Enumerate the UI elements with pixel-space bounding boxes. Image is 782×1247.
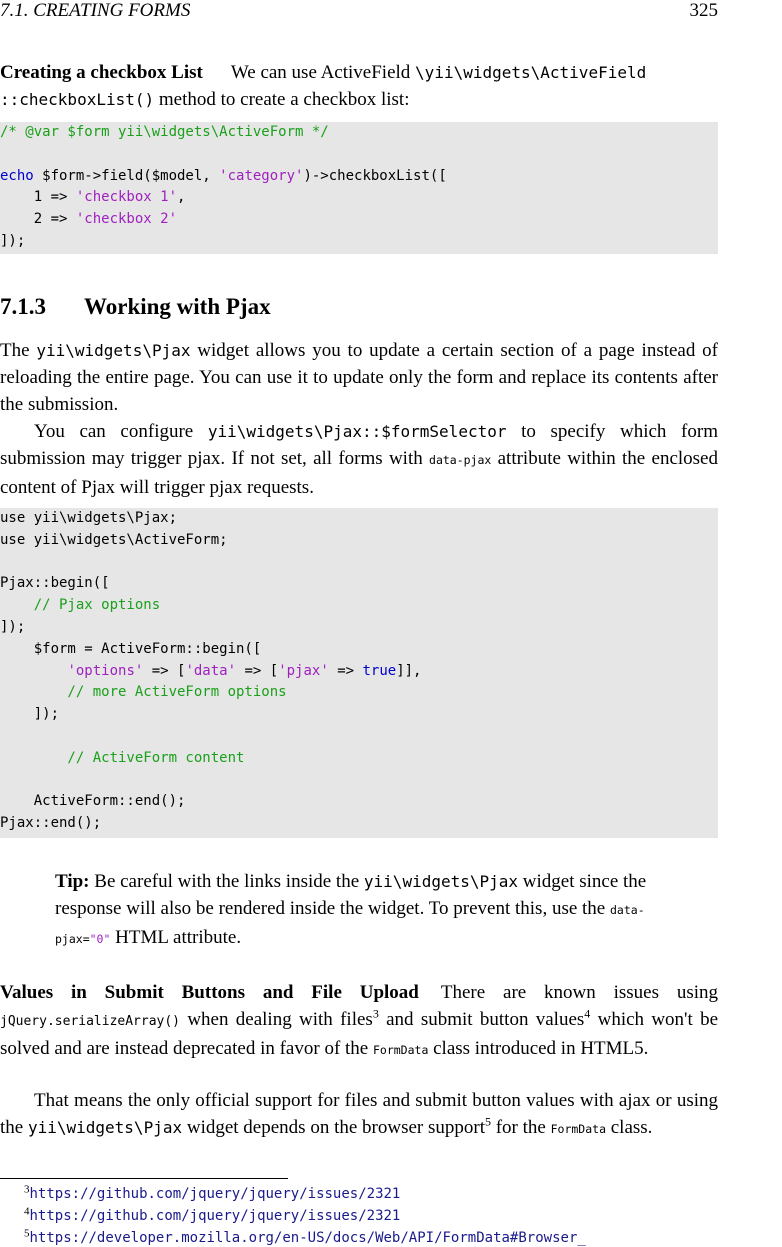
code-token: => [ xyxy=(143,662,186,679)
pjax-code-line: // ActiveForm content xyxy=(0,748,718,770)
code-token: 'category' xyxy=(219,167,304,184)
checkbox-code-line: 2 => 'checkbox 2' xyxy=(0,209,718,231)
code-token: 'pjax' xyxy=(278,662,329,679)
code-block-pjax: use yii\widgets\Pjax; use yii\widgets\Act… xyxy=(0,508,718,838)
pjax-code-line xyxy=(0,552,718,574)
pjax-code-line: // more ActiveForm options xyxy=(0,682,718,704)
code-token: $form->field($model, xyxy=(33,167,220,184)
pjax-code-line xyxy=(0,726,718,748)
pjax-code-line: Pjax::begin([ xyxy=(0,573,718,595)
footnote-link-5[interactable]: https://developer.mozilla.org/en-US/docs… xyxy=(30,1230,586,1246)
code-token: true xyxy=(362,662,397,679)
pjax-code-line xyxy=(0,770,718,792)
code-token: => [ xyxy=(236,662,279,679)
values-paragraph-1: Values in Submit Buttons and File Upload… xyxy=(0,982,718,1059)
code-token: /* @var $form yii\widgets\ActiveForm */ xyxy=(0,124,329,140)
checkbox-code-line: echo $form->field($model, 'category')->c… xyxy=(0,166,718,188)
code-token: ]); xyxy=(0,232,26,249)
section-heading-pjax: 7.1.3 Working with Pjax xyxy=(0,294,271,319)
code-token: 'checkbox 2' xyxy=(75,211,178,228)
page-number: 325 xyxy=(689,0,719,21)
code-token: ]); xyxy=(0,618,26,635)
code-token: Pjax::begin([ xyxy=(0,575,110,592)
checkbox-code-line: ]); xyxy=(0,231,718,253)
pjax-code-line: ActiveForm::end(); xyxy=(0,791,718,813)
code-token: , xyxy=(177,189,186,206)
pjax-paragraph-2: You can configure yii\widgets\Pjax::$for… xyxy=(0,421,718,498)
pjax-code-line: 'options' => ['data' => ['pjax' => true]… xyxy=(0,661,718,683)
footnote-4: 4https://github.com/jquery/jquery/issues… xyxy=(24,1205,401,1224)
running-header: 7.1. CREATING FORMS 325 xyxy=(0,0,718,24)
chapter-title: 7.1. CREATING FORMS xyxy=(0,0,191,21)
code-token: // ActiveForm content xyxy=(0,749,245,766)
code-token: Pjax::end(); xyxy=(0,815,102,832)
code-token: 1 => xyxy=(0,189,76,206)
pjax-code-line: Pjax::end(); xyxy=(0,813,718,835)
footnote-link-4[interactable]: https://github.com/jquery/jquery/issues/… xyxy=(30,1208,401,1224)
code-token: // more ActiveForm options xyxy=(0,684,287,701)
pjax-code-line: // Pjax options xyxy=(0,595,718,617)
tip-label: Tip: xyxy=(55,871,90,892)
code-token: ]], xyxy=(396,662,422,679)
checkbox-code-line: /* @var $form yii\widgets\ActiveForm */ xyxy=(0,122,718,144)
code-token: $form = ActiveForm::begin([ xyxy=(0,640,262,657)
pjax-code-line: use yii\widgets\Pjax; xyxy=(0,508,718,530)
code-token: )->checkboxList([ xyxy=(303,167,447,184)
tip-box: Tip: Be careful with the links inside th… xyxy=(55,871,647,948)
values-heading: Values in Submit Buttons and File Upload xyxy=(0,982,419,1003)
code-token: use yii\widgets\Pjax; xyxy=(0,510,178,526)
footnote-5: 5https://developer.mozilla.org/en-US/doc… xyxy=(24,1227,586,1246)
pjax-paragraph-1: The yii\widgets\Pjax widget allows you t… xyxy=(0,340,718,415)
code-token: // Pjax options xyxy=(0,597,161,614)
code-token: use yii\widgets\ActiveForm; xyxy=(0,531,228,548)
pjax-code-line: ]); xyxy=(0,617,718,639)
values-paragraph-2: That means the only official support for… xyxy=(0,1090,718,1138)
code-token: 'data' xyxy=(185,662,237,679)
footnote-link-3[interactable]: https://github.com/jquery/jquery/issues/… xyxy=(30,1186,401,1202)
code-token: 2 => xyxy=(0,211,76,228)
checkbox-paragraph: Creating a checkbox List We can use Activ… xyxy=(0,62,647,110)
footnote-3: 3https://github.com/jquery/jquery/issues… xyxy=(24,1183,401,1202)
code-token: ]); xyxy=(0,706,60,723)
footnote-divider xyxy=(0,1178,288,1179)
pjax-code-line: use yii\widgets\ActiveForm; xyxy=(0,530,718,552)
code-token: => xyxy=(328,662,363,679)
checkbox-code-line: 1 => 'checkbox 1', xyxy=(0,187,718,209)
checkbox-heading: Creating a checkbox List xyxy=(0,62,203,83)
code-block-checkbox: /* @var $form yii\widgets\ActiveForm */ … xyxy=(0,122,718,254)
pjax-code-line: $form = ActiveForm::begin([ xyxy=(0,639,718,661)
code-token: 'checkbox 1' xyxy=(75,189,178,206)
pjax-code-line: ]); xyxy=(0,704,718,726)
code-token: 'options' xyxy=(67,662,144,679)
code-token: echo xyxy=(0,167,34,184)
checkbox-code-line xyxy=(0,144,718,166)
code-token: ActiveForm::end(); xyxy=(0,793,186,810)
